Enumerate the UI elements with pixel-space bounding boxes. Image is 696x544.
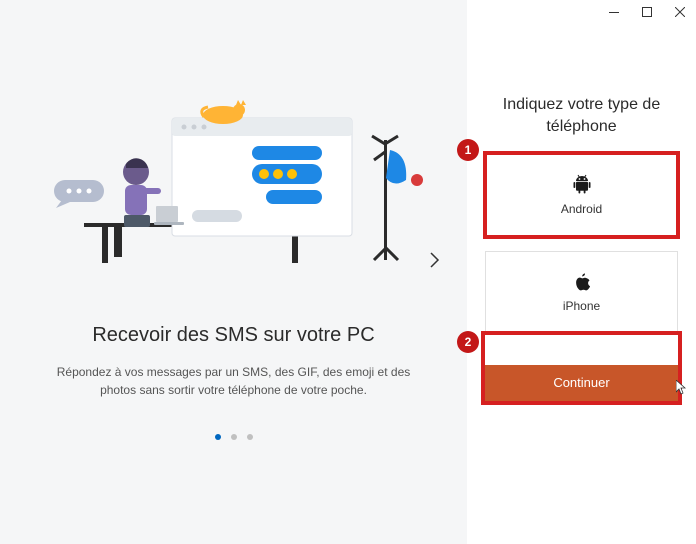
continue-button[interactable]: Continuer: [485, 365, 678, 401]
annotation-badge-1: 1: [457, 139, 479, 161]
carousel-dot[interactable]: [215, 434, 221, 440]
option-label: Android: [561, 202, 602, 216]
android-icon: [573, 174, 591, 194]
carousel-dot[interactable]: [231, 434, 237, 440]
window-controls: [597, 0, 696, 28]
cursor-icon: [676, 380, 688, 396]
maximize-button[interactable]: [630, 0, 663, 24]
apple-icon: [574, 273, 590, 291]
minimize-icon: [609, 12, 619, 13]
carousel-title: Recevoir des SMS sur votre PC: [40, 324, 427, 347]
option-label: iPhone: [563, 299, 600, 313]
chevron-right-icon: [430, 252, 440, 268]
close-icon: [675, 7, 685, 17]
close-button[interactable]: [663, 0, 696, 24]
carousel-dot[interactable]: [247, 434, 253, 440]
selection-panel: Indiquez votre type de téléphone 1 Andro…: [467, 0, 696, 544]
carousel-panel: Recevoir des SMS sur votre PC Répondez à…: [0, 0, 467, 544]
illustration-image: [44, 68, 424, 268]
carousel-subtitle: Répondez à vos messages par un SMS, des …: [40, 363, 427, 399]
phone-option-android[interactable]: Android: [485, 153, 678, 237]
panel-title: Indiquez votre type de téléphone: [485, 94, 678, 139]
annotation-badge-2: 2: [457, 331, 479, 353]
carousel-dots: [215, 434, 253, 440]
maximize-icon: [642, 7, 652, 17]
carousel-next-button[interactable]: [423, 248, 447, 272]
phone-option-iphone[interactable]: iPhone: [485, 251, 678, 335]
minimize-button[interactable]: [597, 0, 630, 24]
